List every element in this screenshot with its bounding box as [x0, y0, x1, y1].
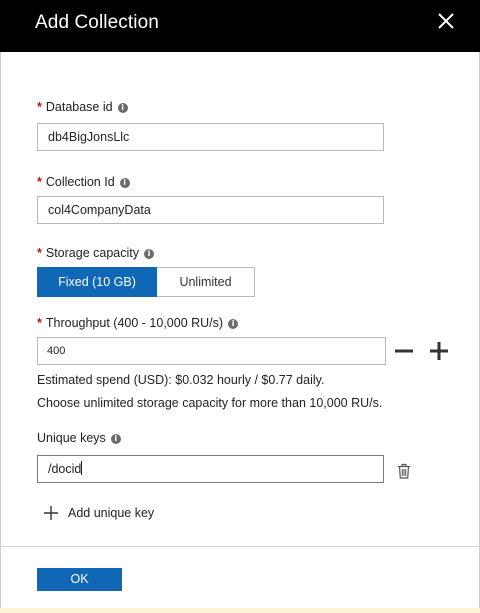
throughput-label-text: Throughput (400 - 10,000 RU/s)	[45, 316, 224, 330]
add-unique-key-label: Add unique key	[68, 506, 155, 520]
collection-id-label: * Collection Id i	[37, 175, 130, 189]
required-marker: *	[37, 100, 42, 114]
left-border	[0, 52, 1, 613]
text-caret	[81, 461, 83, 475]
storage-capacity-label-text: Storage capacity	[45, 246, 139, 260]
required-marker: *	[37, 316, 42, 330]
storage-capacity-toggle: Fixed (10 GB) Unlimited	[37, 267, 255, 297]
collection-id-input[interactable]: col4CompanyData	[37, 196, 384, 224]
bottom-strip	[0, 608, 480, 613]
plus-icon[interactable]	[428, 340, 450, 362]
unique-key-value: /docid	[48, 462, 82, 476]
storage-option-unlimited[interactable]: Unlimited	[157, 267, 255, 297]
blade-title: Add Collection	[35, 12, 159, 33]
ok-button[interactable]: OK	[37, 568, 122, 591]
unique-key-input[interactable]: /docid	[37, 455, 384, 483]
required-marker: *	[37, 175, 42, 189]
storage-option-fixed[interactable]: Fixed (10 GB)	[37, 267, 157, 297]
info-icon[interactable]: i	[228, 319, 239, 329]
throughput-label: * Throughput (400 - 10,000 RU/s) i	[37, 316, 239, 330]
blade-header: Add Collection	[0, 0, 480, 52]
trash-icon[interactable]	[397, 463, 411, 479]
storage-capacity-label: * Storage capacity i	[37, 246, 154, 260]
footer-divider	[0, 546, 480, 547]
database-id-label: * Database id i	[37, 100, 128, 114]
close-icon[interactable]	[436, 11, 456, 31]
unlimited-hint-text: Choose unlimited storage capacity for mo…	[37, 396, 383, 410]
database-id-value: db4BigJonsLlc	[48, 130, 130, 144]
unique-keys-label: Unique keys i	[37, 431, 121, 445]
throughput-input[interactable]: 400	[37, 337, 386, 365]
add-unique-key-button[interactable]: Add unique key	[43, 504, 154, 522]
database-id-input[interactable]: db4BigJonsLlc	[37, 123, 384, 151]
info-icon[interactable]: i	[119, 178, 130, 188]
required-marker: *	[37, 246, 42, 260]
info-icon[interactable]: i	[117, 103, 128, 113]
info-icon[interactable]: i	[110, 434, 121, 444]
plus-icon	[44, 506, 58, 520]
database-id-label-text: Database id	[45, 100, 113, 114]
minus-icon[interactable]	[393, 340, 415, 362]
unique-keys-label-text: Unique keys	[37, 431, 106, 445]
throughput-value: 400	[47, 345, 66, 357]
info-icon[interactable]: i	[143, 249, 154, 259]
collection-id-label-text: Collection Id	[45, 175, 115, 189]
collection-id-value: col4CompanyData	[48, 203, 151, 217]
estimated-spend-text: Estimated spend (USD): $0.032 hourly / $…	[37, 373, 325, 387]
